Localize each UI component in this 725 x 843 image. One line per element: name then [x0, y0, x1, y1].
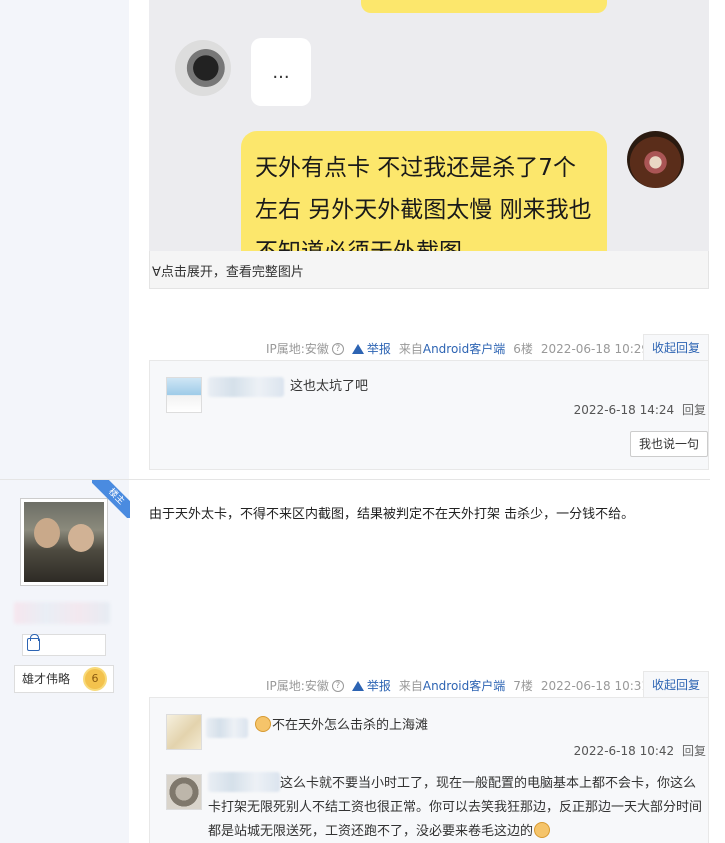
client-source[interactable]: 来自Android客户端 [399, 677, 505, 694]
avatar[interactable] [166, 774, 202, 810]
member-title[interactable]: 雄才伟略 6 [14, 665, 114, 693]
page-gutter [710, 0, 725, 843]
poster-username-blurred[interactable] [14, 602, 110, 624]
post-content: 由于天外太卡，不得不来区内截图，结果被判定不在天外打架 击杀少，一分钱不给。 [149, 507, 635, 522]
post-time: 2022-06-18 10:29 [540, 341, 650, 356]
reply-link[interactable]: 回复 [682, 403, 706, 417]
reply-meta: 2022-6-18 14:24 回复 [574, 401, 706, 418]
sub-reply-box: 这也太坑了吧 2022-6-18 14:24 回复 我也说一句 [149, 360, 709, 470]
emoji-icon [534, 822, 551, 838]
emoji-icon [255, 716, 271, 732]
say-something-button[interactable]: 我也说一句 [630, 431, 708, 457]
typing-bubble: ... [251, 38, 311, 106]
username-blurred[interactable] [206, 718, 248, 738]
reply-meta: 2022-6-18 10:42 回复 [574, 742, 706, 759]
avatar[interactable] [166, 377, 202, 413]
level-badge: 6 [85, 669, 105, 689]
chat-message-bubble: 天外有点卡 不过我还是杀了7个左右 另外天外截图太慢 刚来我也不知道必须天外截图 [241, 131, 607, 251]
warning-icon [351, 343, 364, 354]
sub-reply-box: 不在天外怎么击杀的上海滩 2022-6-18 10:42 回复 这么卡就不要当小… [149, 697, 709, 843]
chat-bubble-partial [361, 0, 607, 13]
reply-text: 这也太坑了吧 [290, 379, 369, 394]
reply-time: 2022-6-18 14:24 [573, 403, 675, 417]
lock-icon [27, 634, 40, 651]
floor-number: 6楼 [513, 342, 533, 356]
chat-avatar-left [175, 40, 231, 96]
op-badge: 楼主 [92, 480, 130, 518]
report-link[interactable]: 举报 [351, 340, 391, 357]
reply-link[interactable]: 回复 [682, 744, 706, 758]
avatar[interactable] [166, 714, 202, 750]
ip-location: IP属地:安徽 [266, 679, 329, 693]
reply-text: 这么卡就不要当小时工了，现在一般配置的电脑基本上都不会卡，你这么卡打架无限死别人… [208, 776, 703, 839]
ip-location: IP属地:安徽 [266, 342, 329, 356]
username-blurred[interactable] [208, 377, 284, 397]
post-tail-floor6: IP属地:安徽 ? 举报 来自Android客户端 6楼 2022-06-18 … [266, 340, 649, 357]
collapse-replies-button[interactable]: 收起回复 [643, 671, 709, 697]
post-image[interactable]: ... 天外有点卡 不过我还是杀了7个左右 另外天外截图太慢 刚来我也不知道必须… [149, 0, 709, 251]
help-icon[interactable]: ? [331, 679, 344, 692]
help-icon[interactable]: ? [331, 342, 344, 355]
author-sidebar [0, 0, 129, 843]
warning-icon [351, 680, 364, 691]
reply-text: 不在天外怎么击杀的上海滩 [254, 716, 428, 736]
reply-time: 2022-6-18 10:42 [573, 744, 675, 758]
expand-image-button[interactable]: ∀点击展开，查看完整图片 [149, 251, 709, 289]
floor-number: 7楼 [513, 679, 533, 693]
post-time: 2022-06-18 10:31 [540, 678, 650, 693]
member-level[interactable] [22, 634, 106, 656]
chat-avatar-right [627, 131, 684, 188]
collapse-replies-button[interactable]: 收起回复 [643, 334, 709, 360]
post-tail-floor7: IP属地:安徽 ? 举报 来自Android客户端 7楼 2022-06-18 … [266, 677, 649, 694]
client-source[interactable]: 来自Android客户端 [399, 340, 505, 357]
report-link[interactable]: 举报 [351, 677, 391, 694]
